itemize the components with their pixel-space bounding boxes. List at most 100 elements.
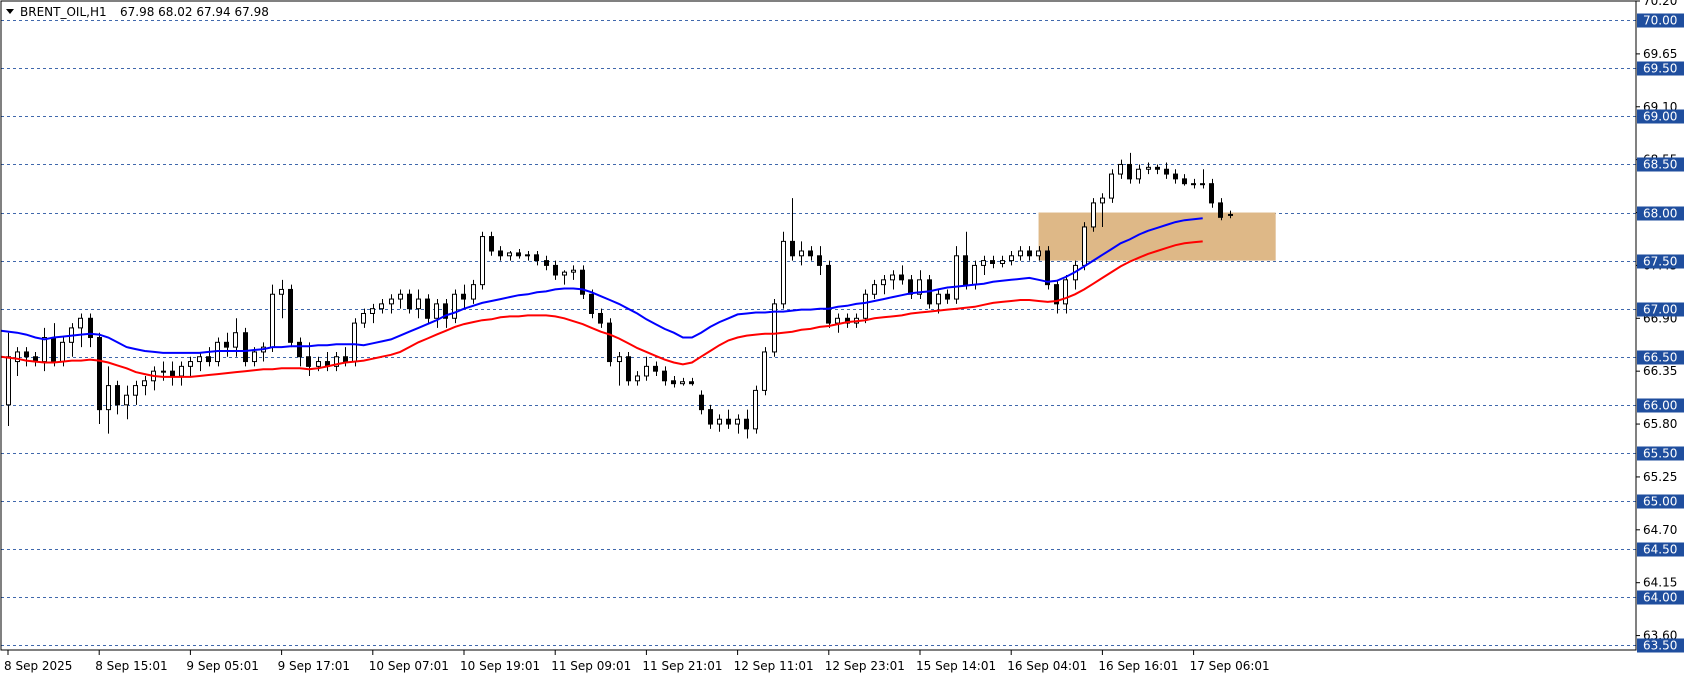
candle bbox=[425, 294, 430, 324]
bull-candle-body bbox=[507, 252, 512, 257]
level-label: 70.00 bbox=[1643, 14, 1677, 28]
y-tick-label: 65.25 bbox=[1643, 470, 1677, 484]
level-label: 69.50 bbox=[1643, 62, 1677, 76]
symbol-label: BRENT_OIL,H1 bbox=[20, 5, 107, 19]
level-label: 68.00 bbox=[1643, 207, 1677, 221]
bull-candle-body bbox=[197, 356, 202, 363]
level-label: 66.00 bbox=[1643, 399, 1677, 413]
bull-candle-body bbox=[434, 303, 439, 319]
y-tick-label: 69.65 bbox=[1643, 47, 1677, 61]
bear-candle-body bbox=[744, 418, 749, 430]
bull-candle-body bbox=[981, 260, 986, 266]
candle bbox=[826, 260, 831, 328]
chart-header: BRENT_OIL,H1 67.98 68.02 67.94 67.98 bbox=[6, 5, 269, 19]
bull-candle-body bbox=[179, 365, 184, 377]
bull-candle-body bbox=[133, 385, 138, 396]
candle bbox=[1082, 222, 1087, 271]
bear-candle-body bbox=[990, 260, 995, 264]
bear-candle-body bbox=[626, 356, 631, 382]
bull-candle-body bbox=[717, 418, 722, 425]
bull-candle-body bbox=[1082, 226, 1087, 266]
x-tick-label: 11 Sep 09:01 bbox=[551, 659, 631, 673]
bear-candle-body bbox=[607, 322, 612, 363]
level-label: 65.00 bbox=[1643, 495, 1677, 509]
candle bbox=[270, 284, 275, 352]
candle bbox=[1109, 169, 1114, 203]
bear-candle-body bbox=[1127, 163, 1132, 180]
bull-candle-body bbox=[762, 351, 767, 391]
bear-candle-body bbox=[899, 274, 904, 281]
bear-candle-body bbox=[115, 385, 120, 406]
price-chart[interactable]: 70.2069.6569.1068.5568.0067.4566.9066.35… bbox=[0, 0, 1686, 676]
candle bbox=[607, 318, 612, 367]
bull-candle-body bbox=[1018, 250, 1023, 257]
bear-candle-body bbox=[808, 250, 813, 257]
bear-candle-body bbox=[553, 264, 558, 276]
bull-candle-body bbox=[1200, 183, 1205, 186]
bear-candle-body bbox=[1027, 250, 1032, 257]
y-tick-label: 66.35 bbox=[1643, 364, 1677, 378]
candle bbox=[753, 385, 758, 434]
bull-candle-body bbox=[644, 365, 649, 377]
bear-candle-body bbox=[699, 394, 704, 411]
bear-candle-body bbox=[790, 240, 795, 257]
level-label: 63.50 bbox=[1643, 639, 1677, 653]
bull-candle-body bbox=[680, 381, 685, 385]
bull-candle-body bbox=[954, 255, 959, 300]
candle bbox=[452, 289, 457, 324]
level-label: 67.00 bbox=[1643, 303, 1677, 317]
candle bbox=[1045, 246, 1050, 290]
bull-candle-body bbox=[452, 293, 457, 319]
bear-candle-body bbox=[288, 288, 293, 343]
bull-candle-body bbox=[6, 356, 11, 406]
bull-candle-body bbox=[1228, 213, 1233, 216]
x-tick-label: 10 Sep 19:01 bbox=[460, 659, 540, 673]
level-label: 69.00 bbox=[1643, 110, 1677, 124]
bull-candle-body bbox=[416, 298, 421, 310]
candle bbox=[762, 347, 767, 396]
bear-candle-body bbox=[24, 351, 29, 358]
bull-candle-body bbox=[142, 380, 147, 387]
candle bbox=[480, 231, 485, 290]
bull-candle-body bbox=[279, 288, 284, 295]
bull-candle-body bbox=[571, 269, 576, 273]
bull-candle-body bbox=[471, 284, 476, 300]
bear-candle-body bbox=[306, 356, 311, 367]
x-tick-label: 15 Sep 14:01 bbox=[916, 659, 996, 673]
bear-candle-body bbox=[1164, 168, 1169, 175]
bull-candle-body bbox=[60, 341, 65, 363]
bear-candle-body bbox=[489, 236, 494, 252]
bear-candle-body bbox=[726, 418, 731, 425]
bull-candle-body bbox=[124, 394, 129, 406]
bull-candle-body bbox=[370, 308, 375, 314]
bear-candle-body bbox=[1045, 250, 1050, 286]
zone-layer bbox=[1038, 212, 1276, 261]
x-tick-label: 12 Sep 11:01 bbox=[734, 659, 814, 673]
bull-candle-body bbox=[635, 375, 640, 382]
candle bbox=[772, 299, 777, 357]
x-tick-label: 10 Sep 07:01 bbox=[369, 659, 449, 673]
bear-candle-body bbox=[589, 293, 594, 314]
bear-candle-body bbox=[689, 381, 694, 385]
bear-candle-body bbox=[206, 356, 211, 363]
bear-candle-body bbox=[598, 312, 603, 324]
x-tick-label: 12 Sep 23:01 bbox=[825, 659, 905, 673]
bear-candle-body bbox=[343, 356, 348, 363]
candle bbox=[781, 231, 786, 309]
x-tick-label: 9 Sep 17:01 bbox=[278, 659, 350, 673]
bull-candle-body bbox=[1000, 260, 1005, 264]
bull-candle-body bbox=[890, 274, 895, 281]
bear-candle-body bbox=[1155, 166, 1160, 170]
bull-candle-body bbox=[1100, 197, 1105, 204]
bear-candle-body bbox=[1218, 202, 1223, 218]
bear-candle-body bbox=[243, 332, 248, 363]
bear-candle-body bbox=[826, 264, 831, 324]
candle bbox=[626, 351, 631, 386]
ohlc-values: 67.98 68.02 67.94 67.98 bbox=[120, 5, 269, 19]
bull-candle-body bbox=[1063, 279, 1068, 305]
bull-candle-body bbox=[42, 337, 47, 363]
bull-candle-body bbox=[379, 303, 384, 310]
bear-candle-body bbox=[425, 298, 430, 319]
bull-candle-body bbox=[525, 254, 530, 257]
bull-candle-body bbox=[233, 332, 238, 348]
